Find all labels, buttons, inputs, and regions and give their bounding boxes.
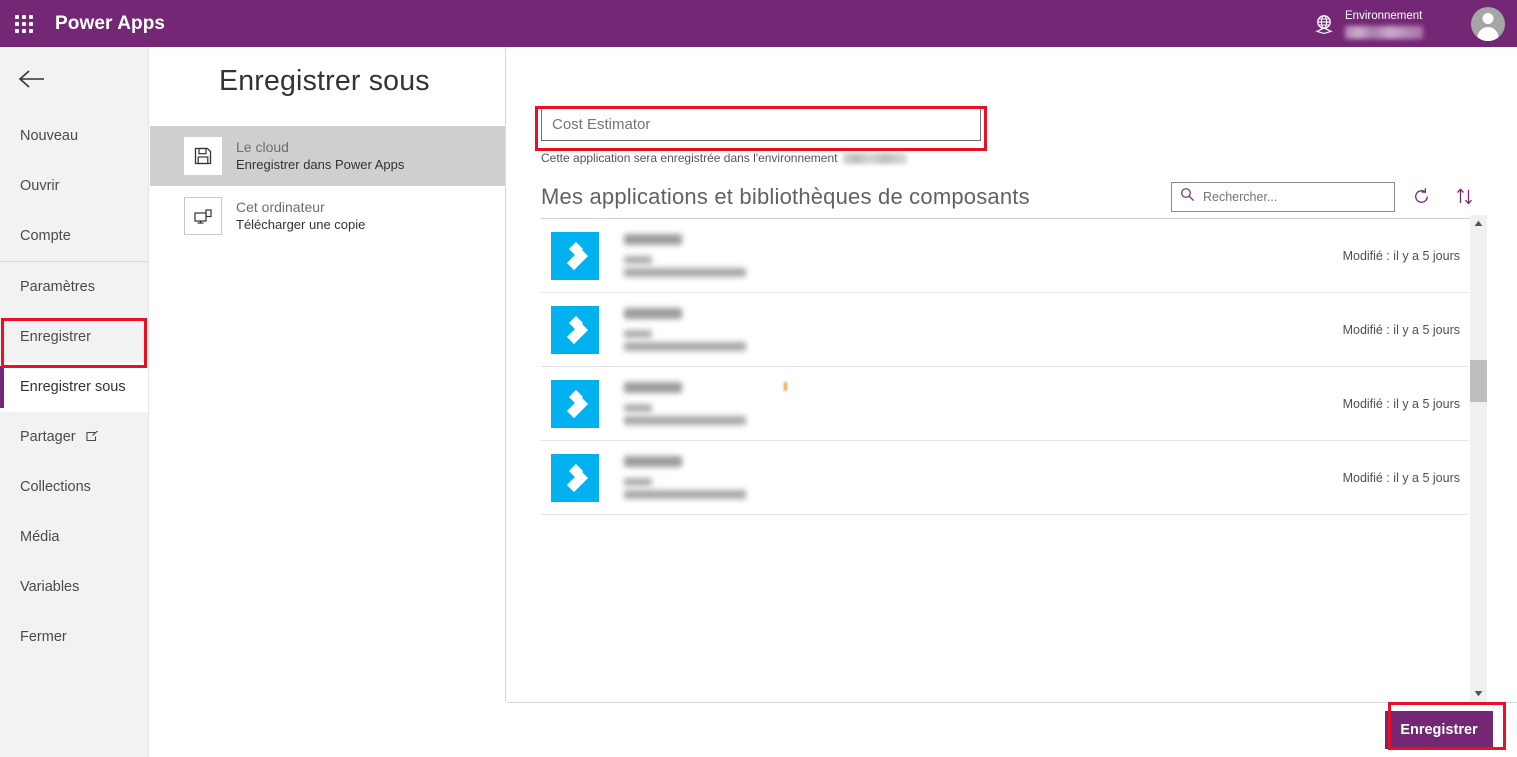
- app-title: [624, 308, 682, 319]
- sidebar-item-variables[interactable]: Variables: [0, 562, 148, 612]
- app-meta: [624, 456, 1343, 499]
- app-meta: [624, 308, 1343, 351]
- globe-environment-icon[interactable]: [1307, 13, 1341, 35]
- sidebar-item-media[interactable]: Média: [0, 512, 148, 562]
- section-title: Mes applications et bibliothèques de com…: [541, 183, 1030, 209]
- app-header: Power Apps Environnement: [0, 0, 1517, 47]
- sort-ascending-descending-icon[interactable]: [1447, 182, 1481, 212]
- sidebar-item-nouveau[interactable]: Nouveau: [0, 111, 148, 161]
- sidebar-item-ouvrir[interactable]: Ouvrir: [0, 161, 148, 211]
- powerapps-app-tile-icon: [551, 379, 599, 428]
- section-header: Mes applications et bibliothèques de com…: [541, 175, 1481, 219]
- external-link-icon: [86, 430, 99, 444]
- app-subtitle-line-1: [624, 478, 652, 486]
- refresh-icon[interactable]: [1404, 182, 1438, 212]
- computer-download-icon: [184, 197, 222, 235]
- environment-value: [1345, 25, 1423, 39]
- sidebar-item-collections[interactable]: Collections: [0, 462, 148, 512]
- sidebar-item-label: Partager: [20, 429, 76, 445]
- app-modified-label: Modifié : il y a 5 jours: [1342, 322, 1460, 337]
- list-item[interactable]: Modifié : il y a 5 jours: [541, 293, 1468, 367]
- save-as-main-content: Cette application sera enregistrée dans …: [507, 47, 1517, 702]
- save-button[interactable]: Enregistrer: [1385, 711, 1493, 749]
- environment-note-text: Cette application sera enregistrée dans …: [541, 151, 838, 165]
- destination-title: Cet ordinateur: [236, 199, 325, 215]
- sidebar-item-label: Paramètres: [20, 279, 95, 295]
- destination-option-cloud[interactable]: Le cloud Enregistrer dans Power Apps: [150, 126, 505, 186]
- destination-list: Le cloud Enregistrer dans Power Apps Cet…: [150, 126, 505, 246]
- app-subtitle-line-1: [624, 256, 652, 264]
- destination-title: Le cloud: [236, 139, 289, 155]
- destination-subtitle: Enregistrer dans Power Apps: [236, 157, 405, 172]
- list-item[interactable]: Modifié : il y a 5 jours: [541, 441, 1468, 515]
- app-modified-label: Modifié : il y a 5 jours: [1342, 396, 1460, 411]
- list-item[interactable]: Modifié : il y a 5 jours: [541, 367, 1468, 441]
- sidebar-item-compte[interactable]: Compte: [0, 211, 148, 261]
- app-name-input[interactable]: [541, 108, 981, 141]
- header-right-cluster: Environnement: [1307, 0, 1517, 47]
- app-subtitle-line-2: [624, 416, 746, 425]
- search-box[interactable]: [1171, 181, 1395, 212]
- app-status-marker: [784, 382, 787, 391]
- scroll-down-arrow-icon[interactable]: [1470, 685, 1487, 702]
- sidebar-item-label: Média: [20, 529, 60, 545]
- back-arrow-icon[interactable]: [0, 47, 148, 111]
- destination-text: Cet ordinateur Télécharger une copie: [236, 198, 365, 234]
- list-item[interactable]: Modifié : il y a 5 jours: [541, 219, 1468, 293]
- left-sidebar: Nouveau Ouvrir Compte Paramètres Enregis…: [0, 47, 149, 757]
- power-apps-save-as-screen: Power Apps Environnement Nouveau Ouvrir …: [0, 0, 1517, 757]
- app-name-row: [541, 108, 981, 141]
- environment-label: Environnement: [1345, 9, 1423, 22]
- app-subtitle-line-2: [624, 268, 746, 277]
- sidebar-item-label: Enregistrer sous: [20, 379, 126, 395]
- app-subtitle-line-2: [624, 342, 746, 351]
- sidebar-item-label: Enregistrer: [20, 329, 91, 345]
- app-meta: [624, 234, 1343, 277]
- sidebar-item-parametres[interactable]: Paramètres: [0, 262, 148, 312]
- footer-left-filler: [150, 702, 506, 757]
- app-title: [624, 382, 682, 393]
- sidebar-item-label: Fermer: [20, 629, 67, 645]
- scroll-up-arrow-icon[interactable]: [1470, 215, 1487, 232]
- environment-selector[interactable]: Environnement: [1345, 9, 1423, 39]
- dialog-footer: Enregistrer: [507, 702, 1517, 757]
- app-modified-label: Modifié : il y a 5 jours: [1342, 470, 1460, 485]
- page-title: Enregistrer sous: [219, 65, 430, 97]
- save-as-middle-panel: Enregistrer sous Le cloud Enregistrer da…: [150, 47, 506, 757]
- app-modified-label: Modifié : il y a 5 jours: [1342, 248, 1460, 263]
- app-title: [624, 234, 682, 245]
- sidebar-item-label: Nouveau: [20, 128, 79, 144]
- sidebar-item-label: Variables: [20, 579, 80, 595]
- sidebar-item-enregistrer-sous[interactable]: Enregistrer sous: [0, 362, 148, 412]
- powerapps-app-tile-icon: [551, 231, 599, 280]
- app-subtitle-line-1: [624, 330, 652, 338]
- sidebar-item-fermer[interactable]: Fermer: [0, 612, 148, 662]
- floppy-disk-save-icon: [184, 137, 222, 175]
- powerapps-app-tile-icon: [551, 305, 599, 354]
- environment-note-value: [843, 152, 908, 164]
- sidebar-item-label: Compte: [20, 228, 71, 244]
- app-meta: [624, 382, 1343, 425]
- scrollbar-thumb[interactable]: [1470, 360, 1487, 402]
- sidebar-item-label: Collections: [20, 479, 91, 495]
- sidebar-item-enregistrer[interactable]: Enregistrer: [0, 312, 148, 362]
- app-subtitle-line-1: [624, 404, 652, 412]
- destination-option-computer[interactable]: Cet ordinateur Télécharger une copie: [150, 186, 505, 246]
- search-icon: [1180, 187, 1195, 207]
- powerapps-app-tile-icon: [551, 453, 599, 502]
- waffle-menu-icon[interactable]: [0, 0, 48, 47]
- app-list: Modifié : il y a 5 jours Modifié : il y …: [541, 219, 1468, 684]
- brand-title[interactable]: Power Apps: [55, 13, 165, 35]
- section-tools: [1171, 181, 1481, 212]
- content-scrollbar[interactable]: [1470, 215, 1487, 702]
- app-title: [624, 456, 682, 467]
- app-subtitle-line-2: [624, 490, 746, 499]
- sidebar-item-label: Ouvrir: [20, 178, 60, 194]
- sidebar-item-partager[interactable]: Partager: [0, 412, 148, 462]
- search-input[interactable]: [1203, 189, 1373, 204]
- user-avatar-icon[interactable]: [1471, 6, 1505, 41]
- destination-text: Le cloud Enregistrer dans Power Apps: [236, 138, 404, 174]
- destination-subtitle: Télécharger une copie: [236, 217, 366, 232]
- environment-note: Cette application sera enregistrée dans …: [541, 151, 908, 165]
